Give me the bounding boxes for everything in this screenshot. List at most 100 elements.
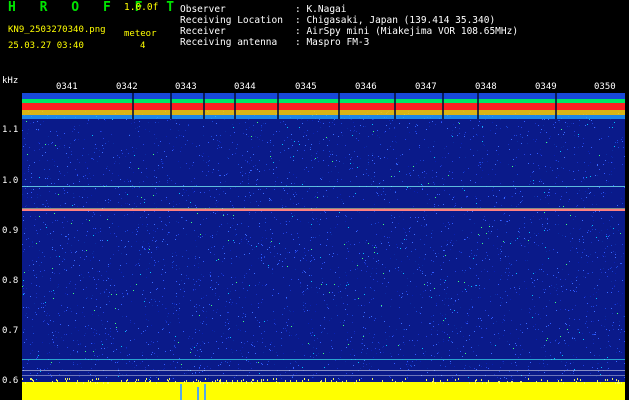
bottom-noise-speck (528, 378, 529, 380)
bottom-noise-speck (435, 382, 436, 384)
band-yellow (22, 110, 625, 115)
meteor-label: meteor (124, 29, 157, 39)
bottom-noise-speck (220, 382, 221, 384)
bottom-noise-speck (354, 382, 355, 384)
bottom-noise-speck (220, 379, 221, 381)
bottom-noise-speck (57, 380, 58, 382)
band-gap (132, 93, 134, 119)
bottom-noise-speck (308, 379, 309, 381)
x-tick-label: 0341 (56, 82, 78, 92)
bottom-noise-speck (96, 378, 97, 380)
bottom-noise-speck (285, 380, 286, 382)
band-gap (442, 93, 444, 119)
carrier-line (22, 209, 625, 211)
bottom-noise-speck (607, 379, 608, 381)
bottom-noise-speck (217, 379, 218, 381)
antenna-value: : Maspro FM-3 (295, 37, 370, 48)
bottom-noise-speck (243, 379, 244, 381)
bottom-noise-speck (325, 380, 326, 382)
bottom-noise-speck (56, 379, 57, 381)
bottom-noise-speck (405, 378, 406, 380)
bottom-noise-speck (261, 379, 262, 381)
bottom-noise-speck (536, 381, 537, 383)
location-label: Receiving Location (180, 15, 283, 26)
band-gap (234, 93, 236, 119)
bottom-noise-speck (321, 380, 322, 382)
y-tick-label: 0.9 (2, 226, 19, 236)
band-red (22, 103, 625, 110)
bottom-noise-speck (138, 379, 139, 381)
bottom-noise-speck (276, 381, 277, 383)
bottom-noise-speck (126, 380, 127, 382)
band-gap (203, 93, 205, 119)
x-tick-label: 0350 (594, 82, 616, 92)
bottom-noise-speck (252, 379, 253, 381)
bottom-noise-speck (331, 380, 332, 382)
x-tick-label: 0345 (295, 82, 317, 92)
meteor-count: 4 (140, 41, 146, 51)
bottom-noise-speck (232, 380, 233, 382)
band-gap (338, 93, 340, 119)
bottom-noise-speck (440, 380, 441, 382)
bottom-noise-speck (65, 378, 66, 380)
bottom-noise-speck (443, 382, 444, 384)
bottom-noise-speck (356, 380, 357, 382)
bottom-noise-speck (605, 379, 606, 381)
bottom-noise-speck (263, 379, 264, 381)
bottom-noise-speck (558, 380, 559, 382)
bottom-noise-speck (66, 380, 67, 382)
bottom-noise-speck (426, 379, 427, 381)
bottom-noise-speck (77, 380, 78, 382)
bottom-noise-speck (336, 381, 337, 383)
bottom-noise-speck (621, 382, 622, 384)
bottom-noise-speck (169, 378, 170, 380)
bottom-noise-speck (95, 382, 96, 384)
line-0.61 (22, 375, 625, 376)
bottom-noise-speck (198, 380, 199, 382)
bottom-noise-speck (279, 382, 280, 384)
bottom-noise-speck (193, 381, 194, 383)
bottom-noise-speck (107, 382, 108, 384)
noise-background (22, 81, 625, 400)
filename-label: KN9_2503270340.png (8, 25, 106, 35)
bottom-noise-speck (219, 380, 220, 382)
bottom-noise-speck (136, 379, 137, 381)
bottom-spike (204, 384, 206, 400)
x-tick-label: 0342 (116, 82, 138, 92)
bottom-noise-speck (320, 381, 321, 383)
bottom-noise-speck (167, 379, 168, 381)
bottom-noise-speck (252, 382, 253, 384)
bottom-noise-speck (433, 380, 434, 382)
bottom-noise-speck (619, 382, 620, 384)
bottom-noise-speck (618, 382, 619, 384)
y-tick-label: 0.8 (2, 276, 19, 286)
bottom-noise-speck (267, 379, 268, 381)
bottom-noise-speck (486, 382, 487, 384)
bottom-noise-speck (88, 380, 89, 382)
bottom-noise-speck (121, 380, 122, 382)
band-gap (170, 93, 172, 119)
bottom-noise-speck (76, 382, 77, 384)
bottom-noise-speck (145, 380, 146, 382)
spectrogram-plot (22, 81, 625, 400)
bottom-noise-speck (482, 382, 483, 384)
bottom-noise-speck (600, 382, 601, 384)
band-gap (277, 93, 279, 119)
bottom-noise-speck (395, 381, 396, 383)
bottom-noise-speck (475, 380, 476, 382)
band-gap (394, 93, 396, 119)
bottom-noise-speck (541, 379, 542, 381)
bottom-noise-speck (577, 378, 578, 380)
bottom-noise-speck (52, 381, 53, 383)
bottom-noise-speck (520, 381, 521, 383)
bottom-noise-speck (547, 380, 548, 382)
bottom-noise-speck (342, 381, 343, 383)
carrier-edge (22, 208, 625, 209)
bottom-noise-speck (150, 380, 151, 382)
bottom-noise-speck (135, 381, 136, 383)
bottom-noise-speck (196, 379, 197, 381)
bottom-noise-speck (402, 381, 403, 383)
bottom-noise-speck (617, 382, 618, 384)
observer-label: Observer (180, 4, 226, 15)
bottom-spike (197, 387, 199, 400)
